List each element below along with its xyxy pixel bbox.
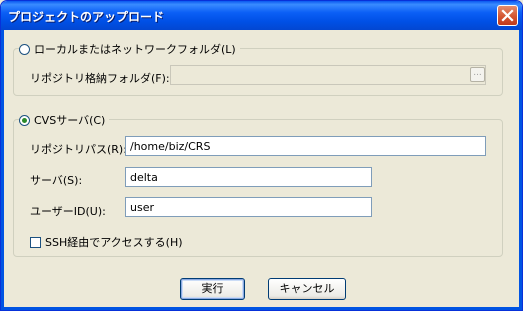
server-field[interactable] <box>125 167 372 187</box>
browse-button[interactable]: ... <box>470 67 485 82</box>
ssh-checkbox[interactable] <box>30 236 41 248</box>
repository-path-label: リポジトリパス(R): <box>30 143 127 156</box>
close-button[interactable] <box>497 5 518 26</box>
window-frame-right <box>519 30 522 310</box>
repository-folder-label: リポジトリ格納フォルダ(F): <box>30 72 170 85</box>
repository-path-field[interactable] <box>125 136 486 156</box>
window-frame-left <box>1 30 4 310</box>
local-folder-radio[interactable]: ローカルまたはネットワークフォルダ(L) <box>19 41 240 57</box>
repository-folder-field[interactable] <box>170 65 486 85</box>
window-frame-bottom <box>1 307 522 310</box>
local-folder-radio-label: ローカルまたはネットワークフォルダ(L) <box>34 43 236 56</box>
user-id-label: ユーザーID(U): <box>30 205 106 218</box>
cvs-server-radio[interactable]: CVSサーバ(C) <box>19 112 110 128</box>
close-icon <box>501 9 514 22</box>
cvs-server-radio-label: CVSサーバ(C) <box>34 114 106 127</box>
server-label: サーバ(S): <box>30 174 83 187</box>
ssh-checkbox-row[interactable]: SSH経由でアクセスする(H) <box>30 234 183 250</box>
radio-unchecked[interactable] <box>19 43 30 55</box>
ssh-checkbox-label: SSH経由でアクセスする(H) <box>45 236 183 249</box>
upload-dialog: プロジェクトのアップロード ローカルまたはネットワークフォルダ(L) リポジトリ… <box>0 0 523 311</box>
radio-checked[interactable] <box>19 114 30 126</box>
cancel-button[interactable]: キャンセル <box>268 278 346 300</box>
title-bar[interactable]: プロジェクトのアップロード <box>1 1 522 30</box>
user-id-field[interactable] <box>125 197 372 217</box>
execute-button[interactable]: 実行 <box>180 278 245 300</box>
window-title: プロジェクトのアップロード <box>8 10 165 24</box>
